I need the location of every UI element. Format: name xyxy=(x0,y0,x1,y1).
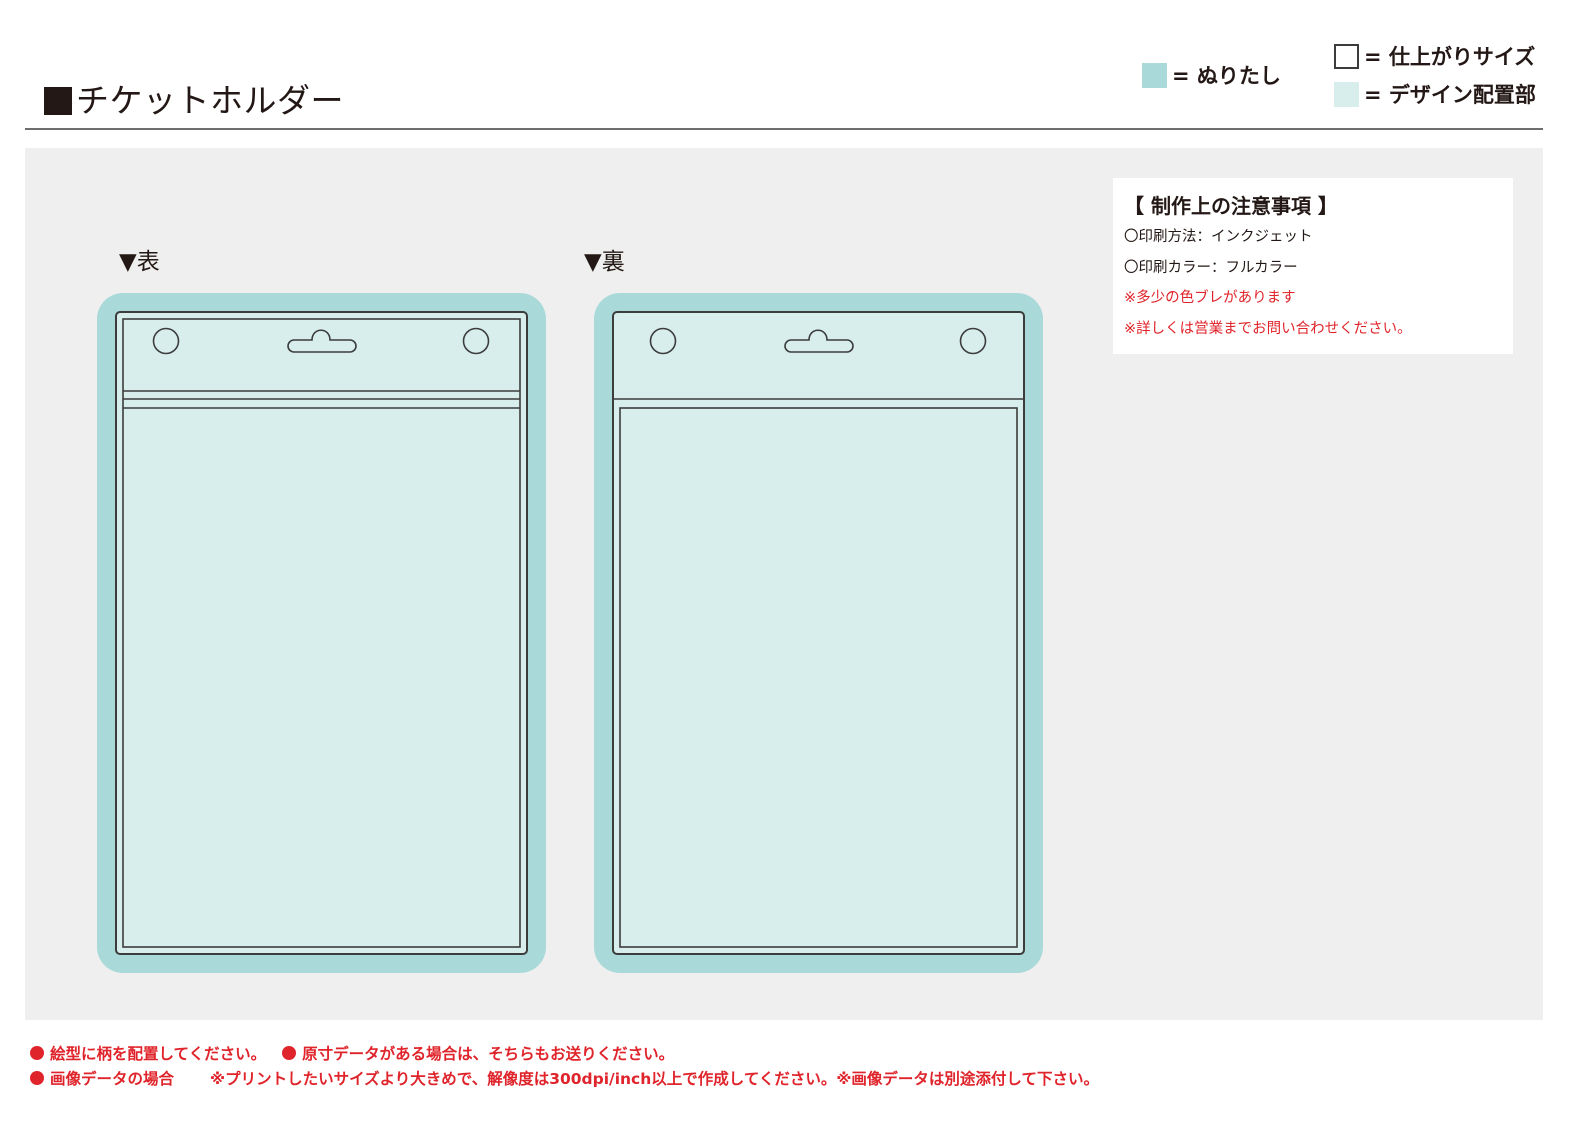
legend-trim-label: = 仕上がりサイズ xyxy=(1364,45,1536,69)
footer-instruction-a: 絵型に柄を配置してください。 xyxy=(50,1045,267,1063)
design-swatch-icon xyxy=(1334,81,1359,107)
red-bullet-icon xyxy=(30,1071,44,1085)
red-bullet-icon xyxy=(30,1046,44,1060)
footer-line-1: 絵型に柄を配置してください。 原寸データがある場合は、そちらもお送りください。 xyxy=(30,1042,674,1064)
front-design-area xyxy=(122,318,521,948)
bleed-swatch-icon xyxy=(1142,62,1167,88)
footer-image-data-note: ※プリントしたいサイズより大きめで、解像度は300dpi/inch以上で作成して… xyxy=(210,1070,1099,1088)
back-holder-template xyxy=(594,293,1043,973)
front-label: ▼表 xyxy=(119,249,160,275)
production-notes: 【 制作上の注意事項 】 〇印刷方法：インクジェット 〇印刷カラー：フルカラー … xyxy=(1113,178,1513,354)
back-design-area xyxy=(619,407,1018,948)
front-holder-template xyxy=(97,293,546,973)
square-bullet-icon xyxy=(44,87,72,115)
notes-heading: 【 制作上の注意事項 】 xyxy=(1124,194,1338,218)
footer-image-data-label: 画像データの場合 xyxy=(50,1070,175,1088)
header-divider xyxy=(25,128,1543,130)
note-print-color: 〇印刷カラー：フルカラー xyxy=(1124,259,1298,276)
footer-line-2: 画像データの場合 ※プリントしたいサイズより大きめで、解像度は300dpi/inc… xyxy=(30,1067,1099,1089)
note-color-variance: ※多少の色ブレがあります xyxy=(1124,290,1296,306)
page-title: チケットホルダー xyxy=(44,74,344,122)
legend-design: = デザイン配置部 xyxy=(1334,79,1536,109)
legend-bleed-label: = ぬりたし xyxy=(1172,64,1281,88)
note-contact-sales: ※詳しくは営業までお問い合わせください。 xyxy=(1124,320,1412,337)
trim-swatch-icon xyxy=(1334,43,1359,69)
legend-trim: = 仕上がりサイズ xyxy=(1334,41,1535,71)
legend-design-label: = デザイン配置部 xyxy=(1364,83,1536,107)
note-print-method: 〇印刷方法：インクジェット xyxy=(1124,229,1313,245)
red-bullet-icon xyxy=(282,1046,297,1060)
back-label: ▼裏 xyxy=(584,249,625,275)
footer-instruction-b: 原寸データがある場合は、そちらもお送りください。 xyxy=(302,1045,675,1063)
page-title-text: チケットホルダー xyxy=(76,81,344,120)
legend-bleed: = ぬりたし xyxy=(1142,60,1281,90)
